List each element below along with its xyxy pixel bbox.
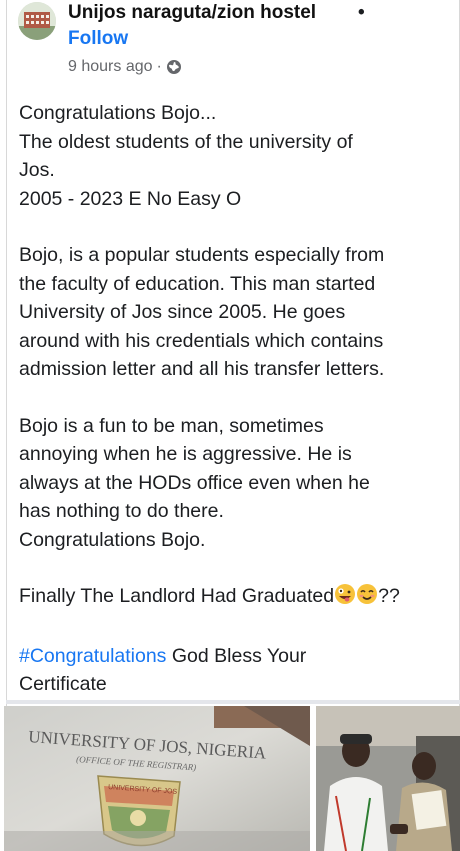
- body-line: Certificate: [19, 673, 107, 695]
- body-line: The oldest students of the university of: [19, 130, 353, 153]
- body-line: 2005 - 2023 E No Easy O: [19, 187, 242, 210]
- body-line: the faculty of education. This man start…: [19, 272, 376, 295]
- body-line: annoying when he is aggressive. He is: [19, 443, 352, 465]
- follow-button[interactable]: Follow: [68, 28, 128, 50]
- body-line: around with his credentials which contai…: [19, 329, 384, 352]
- body-line: Congratulations Bojo...: [19, 102, 217, 124]
- finally-suffix: ??: [378, 585, 400, 607]
- post-header: Unijos naraguta/zion hostel • Follow 9 h…: [14, 0, 454, 90]
- globe-icon[interactable]: [166, 59, 182, 75]
- body-line: admission letter and all his transfer le…: [19, 358, 385, 380]
- finally-text: Finally The Landlord Had Graduated: [19, 585, 335, 607]
- smiling-face-emoji-icon: [356, 583, 378, 614]
- body-line: Congratulations Bojo.: [19, 528, 206, 551]
- page-avatar[interactable]: [18, 2, 56, 40]
- post-meta: 9 hours ago ·: [68, 58, 182, 76]
- body-line: University of Jos since 2005. He goes: [19, 301, 346, 323]
- body-line: Bojo is a fun to be man, sometimes: [19, 414, 324, 437]
- divider: [6, 700, 460, 704]
- body-line: Bojo, is a popular students especially f…: [19, 244, 385, 266]
- body-line: always at the HODs office even when he: [19, 471, 370, 494]
- timestamp[interactable]: 9 hours ago: [68, 58, 153, 76]
- body-line: has nothing to do there.: [19, 500, 224, 522]
- hashtag-link[interactable]: #Congratulations: [19, 645, 166, 667]
- certificate-photo[interactable]: UNIVERSITY OF JOS, NIGERIA (OFFICE OF TH…: [4, 706, 310, 851]
- hashtag-line: #Congratulations God Bless Your: [19, 642, 449, 671]
- post-body: Congratulations Bojo... The oldest stude…: [19, 99, 449, 699]
- body-line: Jos.: [19, 159, 55, 181]
- zany-face-emoji-icon: [334, 583, 356, 614]
- finally-line: Finally The Landlord Had Graduated??: [19, 582, 449, 614]
- page-name[interactable]: Unijos naraguta/zion hostel: [68, 2, 316, 24]
- hashtag-rest: God Bless Your: [166, 644, 307, 667]
- meta-separator: ·: [156, 58, 162, 75]
- separator-dot: •: [358, 2, 365, 23]
- graduate-photo[interactable]: [316, 706, 460, 851]
